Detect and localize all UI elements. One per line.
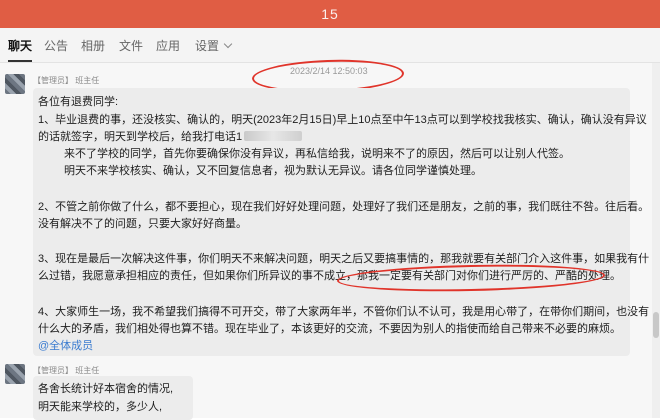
sender-name: 班主任 xyxy=(75,366,100,375)
mention-all-link[interactable]: @全体成员 xyxy=(38,338,93,354)
message-line: 的话就签字，明天到学校后，给我打电话1 xyxy=(38,129,303,145)
message-line: 3、现在是最后一次解决这件事，你们明天不来解决问题，明天之后又要搞事情的，那我就… xyxy=(38,253,650,265)
message-line: 各位有退费同学: xyxy=(38,96,119,108)
window-titlebar: 15 xyxy=(0,0,660,28)
window-title: 15 xyxy=(321,6,339,22)
message-sender: 【管理员】 班主任 xyxy=(33,75,99,86)
chevron-down-icon xyxy=(223,39,233,49)
message-line: 4、大家师生一场，我不希望我们搞得不可开交，带了大家两年半，不管你们认不认可，我… xyxy=(38,306,650,318)
tab-announcements[interactable]: 公告 xyxy=(44,37,68,54)
message-line: 明天不来学校核实、确认，又不回复信息者，视为默认无异议。请各位同学谨慎处理。 xyxy=(64,165,482,177)
redacted-phone xyxy=(244,131,303,141)
message-line: 1、毕业退费的事，还没核实、确认的，明天(2023年2月15日)早上10点至中午… xyxy=(38,114,647,126)
tab-chat[interactable]: 聊天 xyxy=(8,37,33,62)
sender-name: 班主任 xyxy=(75,76,100,85)
message-line: 明天能来学校的，多少人, xyxy=(38,401,163,413)
avatar[interactable] xyxy=(5,74,25,94)
message-line: 2、不管之前你做了什么，都不要担心，现在我们好好处理问题，处理好了我们还是朋友，… xyxy=(38,201,650,213)
avatar[interactable] xyxy=(5,364,25,384)
scrollbar-thumb[interactable] xyxy=(653,312,659,338)
tab-settings-label: 设置 xyxy=(195,39,220,53)
tab-album[interactable]: 相册 xyxy=(81,37,105,54)
sender-role: 【管理员】 xyxy=(33,366,73,375)
sender-role: 【管理员】 xyxy=(33,76,73,85)
tab-files[interactable]: 文件 xyxy=(119,37,143,54)
scrollbar-track[interactable] xyxy=(652,63,660,418)
tab-settings[interactable]: 设置 xyxy=(195,37,233,54)
message-line: 什么大的矛盾，我们相处得也算不错。现在毕业了，本该更好的交流，不要因为别人的指使… xyxy=(38,323,621,335)
message-line: 各舍长统计好本宿舍的情况, xyxy=(38,383,174,395)
message-text: 么过错，我愿意承担相应的责任，但如果你们所异议的事不成立， xyxy=(38,270,357,282)
message-line: 来不了学校的同学，首先你要确保你没有异议，再私信给我，说明来不了的原因，然后可以… xyxy=(64,148,570,160)
message-line: 没有解决不了的问题，只要大家好好商量。 xyxy=(38,218,247,230)
tab-apps[interactable]: 应用 xyxy=(156,37,180,54)
tab-bar: 聊天 公告 相册 文件 应用 设置 xyxy=(0,28,660,63)
message-text: 的话就签字，明天到学校后，给我打电话1 xyxy=(38,131,243,143)
message-sender: 【管理员】 班主任 xyxy=(33,365,99,376)
